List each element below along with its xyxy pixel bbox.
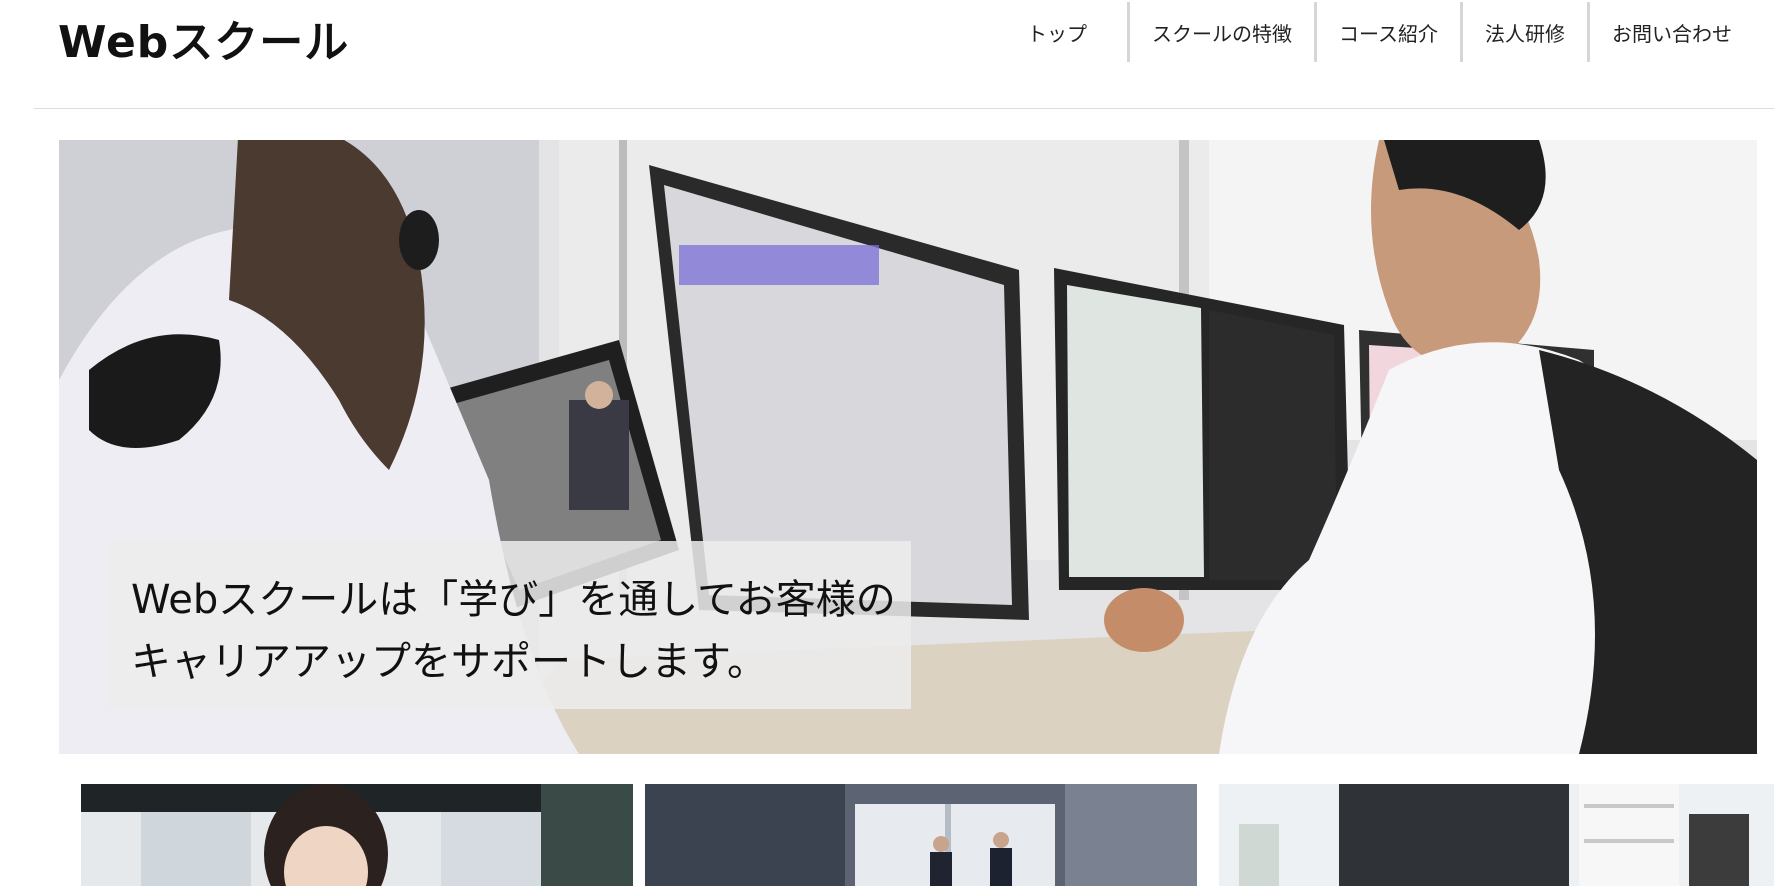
nav-item-contact[interactable]: お問い合わせ	[1587, 2, 1754, 62]
site-logo[interactable]: Webスクール	[58, 6, 349, 70]
hero-banner: Webスクールは「学び」を通してお客様の キャリアアップをサポートします。	[59, 140, 1757, 754]
header-divider	[34, 108, 1774, 109]
nav-item-corporate-training[interactable]: 法人研修	[1460, 2, 1587, 62]
hero-caption-line-1: Webスクールは「学び」を通してお客様の	[131, 577, 896, 623]
hero-caption: Webスクールは「学び」を通してお客様の キャリアアップをサポートします。	[109, 541, 911, 709]
nav-item-top[interactable]: トップ	[1005, 2, 1127, 62]
site-header: Webスクール トップ スクールの特徴 コース紹介 法人研修 お問い合わせ	[0, 0, 1774, 110]
nav-item-courses[interactable]: コース紹介	[1314, 2, 1460, 62]
feature-card-2[interactable]	[645, 784, 1197, 886]
main-nav: トップ スクールの特徴 コース紹介 法人研修 お問い合わせ	[1005, 2, 1754, 64]
nav-item-features[interactable]: スクールの特徴	[1127, 2, 1314, 62]
feature-card-3-photo	[1219, 784, 1774, 886]
feature-card-2-photo	[645, 784, 1197, 886]
feature-card-1-photo	[81, 784, 633, 886]
feature-card-3[interactable]	[1219, 784, 1774, 886]
feature-card-1[interactable]	[81, 784, 633, 886]
hero-caption-line-2: キャリアアップをサポートします。	[131, 639, 767, 685]
